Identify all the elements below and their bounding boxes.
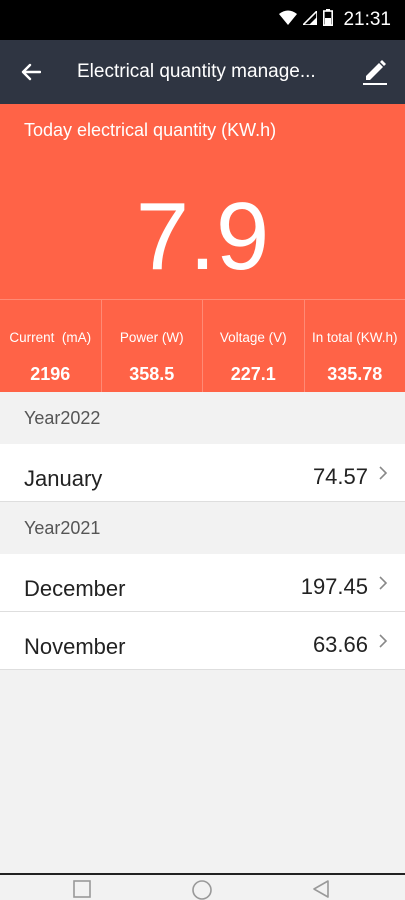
month-name: January bbox=[24, 466, 103, 491]
year-header: Year2022 bbox=[0, 392, 405, 444]
today-quantity-panel: Today electrical quantity (KW.h) 7.9 bbox=[0, 104, 405, 299]
chevron-right-icon bbox=[379, 576, 388, 590]
month-name: December bbox=[24, 576, 126, 601]
app-bar: Electrical quantity manage... bbox=[0, 40, 405, 104]
stat-value: 358.5 bbox=[129, 364, 175, 384]
edit-button[interactable] bbox=[359, 56, 391, 88]
stat-total: In total (KW.h) 335.78 bbox=[304, 299, 405, 392]
stat-value: 335.78 bbox=[327, 364, 383, 384]
stats-bar: Current (mA) 2196 Power (W) 358.5 Voltag… bbox=[0, 299, 405, 392]
year-header: Year2021 bbox=[0, 502, 405, 554]
status-time: 21:31 bbox=[343, 9, 391, 30]
stat-label: In total (KW.h) bbox=[311, 330, 398, 345]
stat-current: Current (mA) 2196 bbox=[0, 299, 102, 392]
monthly-list: Year2022 January 74.57 Year2021 December… bbox=[0, 392, 405, 670]
status-bar: 21:31 bbox=[0, 0, 405, 40]
month-row-november[interactable]: November 63.66 bbox=[0, 612, 405, 670]
pencil-icon bbox=[363, 60, 387, 85]
back-triangle-icon[interactable] bbox=[311, 879, 331, 899]
recents-square-icon[interactable] bbox=[72, 879, 92, 899]
month-row-january[interactable]: January 74.57 bbox=[0, 444, 405, 502]
month-name: November bbox=[24, 634, 126, 659]
month-value: 74.57 bbox=[312, 464, 368, 489]
back-button[interactable] bbox=[0, 40, 62, 104]
system-nav-bar bbox=[0, 873, 405, 900]
today-quantity-label: Today electrical quantity (KW.h) bbox=[24, 120, 277, 140]
chevron-right-icon bbox=[379, 634, 388, 648]
stat-label: Current (mA) bbox=[9, 330, 92, 345]
home-circle-icon[interactable] bbox=[191, 879, 213, 900]
wifi-icon bbox=[279, 10, 298, 31]
stat-power: Power (W) 358.5 bbox=[101, 299, 203, 392]
signal-icon bbox=[301, 8, 319, 30]
page-title: Electrical quantity manage... bbox=[77, 61, 316, 82]
month-value: 197.45 bbox=[300, 574, 368, 599]
stat-value: 227.1 bbox=[230, 364, 276, 384]
month-value: 63.66 bbox=[312, 632, 368, 657]
month-row-december[interactable]: December 197.45 bbox=[0, 554, 405, 612]
stat-label: Power (W) bbox=[119, 330, 184, 345]
stat-voltage: Voltage (V) 227.1 bbox=[203, 299, 305, 392]
arrow-left-icon bbox=[21, 63, 41, 81]
today-quantity-value: 7.9 bbox=[135, 183, 270, 290]
stat-value: 2196 bbox=[30, 364, 71, 384]
stat-label: Voltage (V) bbox=[219, 330, 287, 345]
battery-icon bbox=[323, 9, 334, 31]
chevron-right-icon bbox=[379, 466, 388, 480]
